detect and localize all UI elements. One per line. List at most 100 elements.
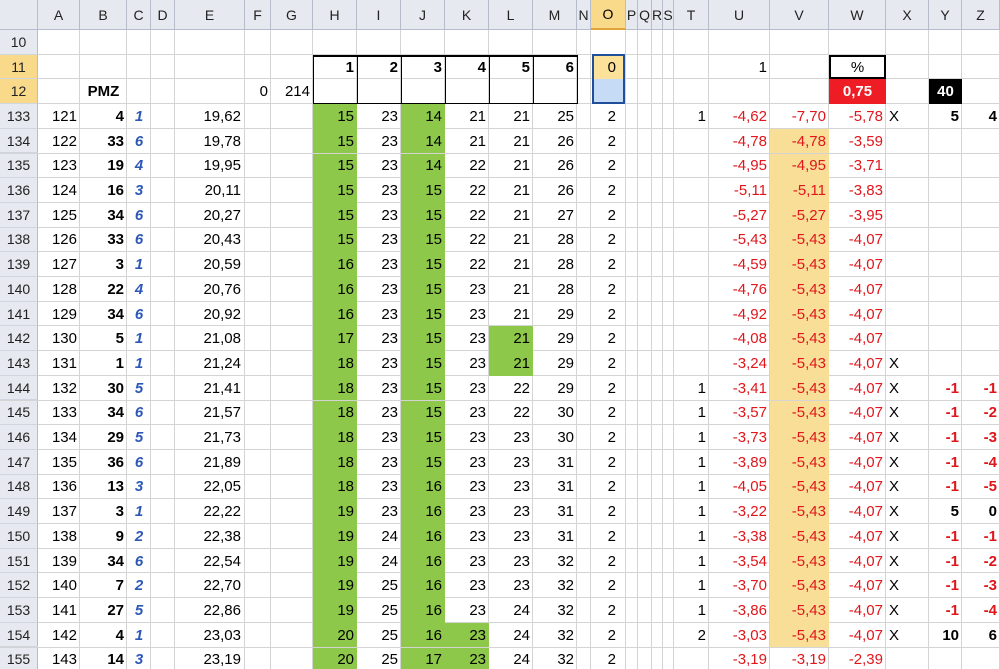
- cell-c[interactable]: 6: [127, 549, 151, 574]
- cell-x[interactable]: X: [886, 598, 929, 623]
- cell-u[interactable]: -4,78: [709, 129, 770, 154]
- cell-l[interactable]: 23: [489, 524, 533, 549]
- cell-k[interactable]: 23: [445, 549, 489, 574]
- column-header-a[interactable]: A: [38, 0, 80, 30]
- cell-x[interactable]: X: [886, 499, 929, 524]
- cell-b[interactable]: 33: [80, 228, 127, 253]
- row-header[interactable]: 133: [0, 104, 38, 129]
- cell-y[interactable]: -1: [929, 450, 962, 475]
- cell-m[interactable]: 31: [533, 499, 577, 524]
- cell-c[interactable]: 2: [127, 573, 151, 598]
- column-header-s[interactable]: S: [663, 0, 674, 30]
- cell-c[interactable]: 1: [127, 623, 151, 648]
- column-header-v[interactable]: V: [770, 0, 829, 30]
- cell-h[interactable]: 19: [313, 524, 357, 549]
- cell-e[interactable]: 21,73: [175, 425, 245, 450]
- cell-a[interactable]: 134: [38, 425, 80, 450]
- cell-l[interactable]: 24: [489, 648, 533, 669]
- cell-w[interactable]: -4,07: [829, 573, 886, 598]
- cell-h[interactable]: 18: [313, 351, 357, 376]
- cell-m[interactable]: 30: [533, 401, 577, 426]
- cell-e[interactable]: 21,24: [175, 351, 245, 376]
- cell-w[interactable]: -4,07: [829, 425, 886, 450]
- cell-v[interactable]: -3,19: [770, 648, 829, 669]
- cell-b[interactable]: 27: [80, 598, 127, 623]
- cell-v[interactable]: -5,11: [770, 178, 829, 203]
- cell-k[interactable]: 22: [445, 252, 489, 277]
- cell-k[interactable]: 23: [445, 401, 489, 426]
- cell-o[interactable]: 2: [591, 475, 626, 500]
- row-header[interactable]: 137: [0, 202, 38, 228]
- cell-j[interactable]: 16: [401, 573, 445, 598]
- cell-c[interactable]: 5: [127, 598, 151, 623]
- header-cell-w[interactable]: %: [829, 55, 886, 80]
- cell-k[interactable]: 23: [445, 524, 489, 549]
- cell-w[interactable]: -4,07: [829, 252, 886, 277]
- cell-c[interactable]: 2: [127, 524, 151, 549]
- cell-b[interactable]: 14: [80, 648, 127, 669]
- cell-c[interactable]: 4: [127, 277, 151, 302]
- cell-o[interactable]: 2: [591, 104, 626, 129]
- row-header[interactable]: 146: [0, 425, 38, 450]
- cell-x[interactable]: X: [886, 376, 929, 401]
- cell-i[interactable]: 23: [357, 178, 401, 203]
- cell-k[interactable]: 23: [445, 499, 489, 524]
- cell-t[interactable]: 1: [674, 475, 709, 500]
- cell-c[interactable]: 6: [127, 450, 151, 475]
- header-cell-g[interactable]: 214: [271, 79, 313, 104]
- cell-w[interactable]: -3,95: [829, 203, 886, 228]
- cell-x[interactable]: X: [886, 524, 929, 549]
- cell-v[interactable]: -5,43: [770, 524, 829, 549]
- cell-k[interactable]: 22: [445, 178, 489, 203]
- cell-m[interactable]: 31: [533, 450, 577, 475]
- cell-y[interactable]: -1: [929, 573, 962, 598]
- cell-h[interactable]: 18: [313, 475, 357, 500]
- cell-a[interactable]: 122: [38, 129, 80, 154]
- cell-u[interactable]: -3,57: [709, 401, 770, 426]
- cell-c[interactable]: 1: [127, 499, 151, 524]
- row-header[interactable]: 142: [0, 326, 38, 352]
- header-cell-m[interactable]: 6: [533, 55, 577, 80]
- cell-c[interactable]: 6: [127, 228, 151, 253]
- cell-j[interactable]: 15: [401, 401, 445, 426]
- cell-j[interactable]: 16: [401, 524, 445, 549]
- cell-a[interactable]: 126: [38, 228, 80, 253]
- column-header-f[interactable]: F: [245, 0, 271, 30]
- cell-h[interactable]: 17: [313, 326, 357, 351]
- cell-l[interactable]: 21: [489, 104, 533, 129]
- cell-i[interactable]: 23: [357, 154, 401, 179]
- sheet-corner[interactable]: [0, 0, 38, 30]
- cell-m[interactable]: 26: [533, 154, 577, 179]
- cell-i[interactable]: 23: [357, 450, 401, 475]
- cell-u[interactable]: -4,95: [709, 154, 770, 179]
- cell-i[interactable]: 23: [357, 401, 401, 426]
- cell-i[interactable]: 25: [357, 573, 401, 598]
- cell-o[interactable]: 2: [591, 252, 626, 277]
- cell-w[interactable]: -4,07: [829, 401, 886, 426]
- cell-m[interactable]: 26: [533, 178, 577, 203]
- cell-k[interactable]: 22: [445, 154, 489, 179]
- cell-u[interactable]: -3,54: [709, 549, 770, 574]
- cell-v[interactable]: -5,43: [770, 228, 829, 253]
- cell-t[interactable]: 1: [674, 450, 709, 475]
- cell-k[interactable]: 21: [445, 129, 489, 154]
- cell-w[interactable]: -3,71: [829, 154, 886, 179]
- cell-h[interactable]: 15: [313, 104, 357, 129]
- column-header-b[interactable]: B: [80, 0, 127, 30]
- cell-v[interactable]: -7,70: [770, 104, 829, 129]
- cell-m[interactable]: 29: [533, 351, 577, 376]
- cell-u[interactable]: -4,08: [709, 326, 770, 351]
- column-header-u[interactable]: U: [709, 0, 770, 30]
- column-header-o[interactable]: O: [591, 0, 626, 30]
- cell-w[interactable]: -4,07: [829, 277, 886, 302]
- cell-k[interactable]: 23: [445, 326, 489, 351]
- cell-i[interactable]: 23: [357, 129, 401, 154]
- cell-a[interactable]: 131: [38, 351, 80, 376]
- cell-y[interactable]: -1: [929, 475, 962, 500]
- cell-a[interactable]: 130: [38, 326, 80, 351]
- cell-o[interactable]: 2: [591, 524, 626, 549]
- cell-k[interactable]: 23: [445, 277, 489, 302]
- row-header[interactable]: 10: [0, 30, 38, 55]
- column-header-g[interactable]: G: [271, 0, 313, 30]
- cell-i[interactable]: 23: [357, 425, 401, 450]
